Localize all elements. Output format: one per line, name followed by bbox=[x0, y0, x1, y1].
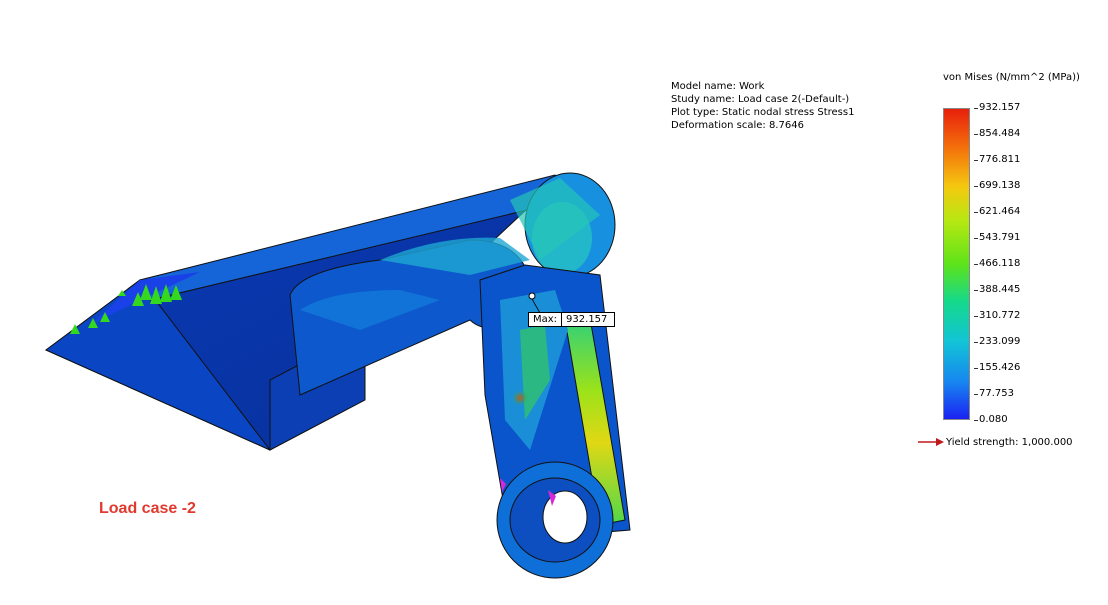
legend-tick bbox=[974, 368, 978, 369]
legend-value: 310.772 bbox=[979, 310, 1021, 321]
legend-value: 776.811 bbox=[979, 154, 1021, 165]
legend-tick bbox=[974, 316, 978, 317]
max-label: Max: bbox=[529, 313, 563, 326]
legend-value: 0.080 bbox=[979, 414, 1008, 425]
yield-strength-label: Yield strength: 1,000.000 bbox=[946, 436, 1073, 448]
legend-tick bbox=[974, 394, 978, 395]
max-value: 932.157 bbox=[566, 314, 608, 325]
legend-tick bbox=[974, 134, 978, 135]
legend-tick bbox=[974, 264, 978, 265]
legend-value: 932.157 bbox=[979, 102, 1021, 113]
legend-tick bbox=[974, 108, 978, 109]
study-name: Study name: Load case 2(-Default-) bbox=[671, 94, 850, 105]
study-info-panel: Model name: Work Study name: Load case 2… bbox=[671, 80, 854, 132]
yield-strength-indicator: Yield strength: 1,000.000 bbox=[918, 435, 1073, 449]
legend-color-bar[interactable] bbox=[943, 108, 970, 420]
model-name: Model name: Work bbox=[671, 81, 765, 92]
legend-tick bbox=[974, 290, 978, 291]
legend-value: 466.118 bbox=[979, 258, 1021, 269]
legend-value: 388.445 bbox=[979, 284, 1021, 295]
max-probe-label[interactable]: Max: 932.157 bbox=[528, 312, 616, 327]
legend-title: von Mises (N/mm^2 (MPa)) bbox=[943, 72, 1080, 83]
legend-tick bbox=[974, 212, 978, 213]
deformation-scale: Deformation scale: 8.7646 bbox=[671, 120, 804, 131]
legend-tick bbox=[974, 238, 978, 239]
legend-value: 77.753 bbox=[979, 388, 1014, 399]
legend-value: 233.099 bbox=[979, 336, 1021, 347]
legend-tick bbox=[974, 342, 978, 343]
legend-tick bbox=[974, 420, 978, 421]
legend-tick bbox=[974, 160, 978, 161]
right-arrow-icon bbox=[918, 438, 944, 446]
max-point-marker bbox=[528, 292, 536, 300]
legend-tick bbox=[974, 186, 978, 187]
load-case-label: Load case -2 bbox=[99, 500, 196, 517]
plot-type: Plot type: Static nodal stress Stress1 bbox=[671, 107, 855, 118]
legend-value: 621.464 bbox=[979, 206, 1021, 217]
legend-value: 155.426 bbox=[979, 362, 1021, 373]
legend-value: 543.791 bbox=[979, 232, 1021, 243]
legend-value: 699.138 bbox=[979, 180, 1021, 191]
legend-value: 854.484 bbox=[979, 128, 1021, 139]
